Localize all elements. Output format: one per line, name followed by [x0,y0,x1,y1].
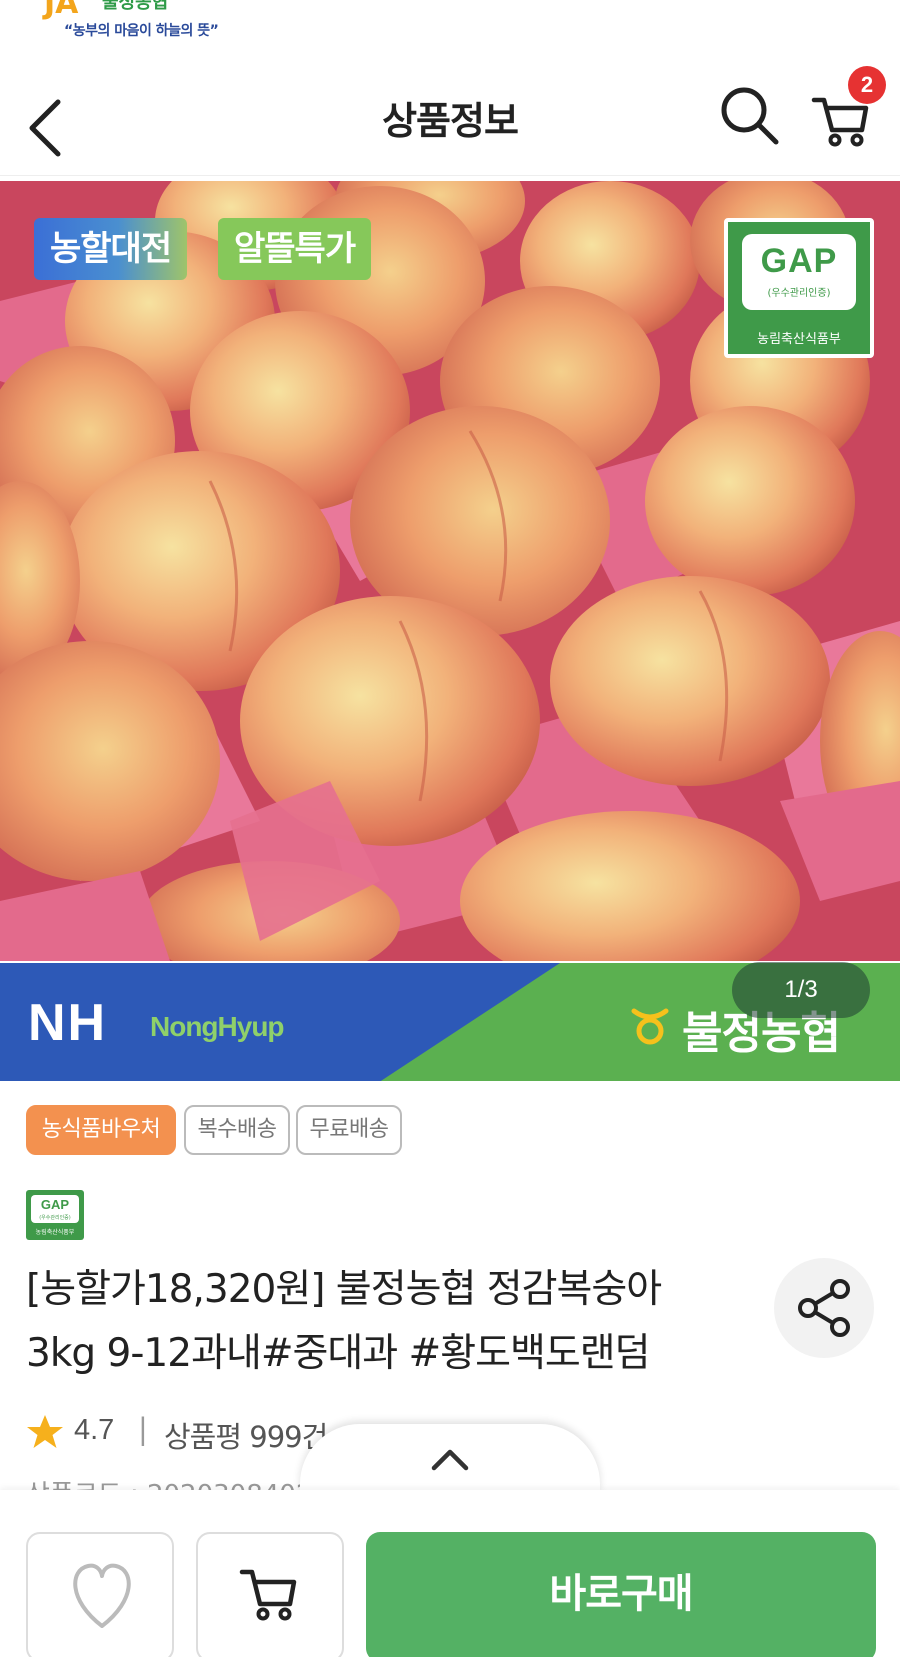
gap-small-icon: GAP (우수관리인증) 농림축산식품부 [26,1190,84,1240]
wishlist-button[interactable] [26,1532,174,1657]
search-icon [721,87,779,145]
app-header: 상품정보 [0,56,900,176]
cart-icon [239,1569,297,1621]
brand-strip: JA 불정농협 “농부의 마음이 하늘의 뜻” [0,0,900,48]
chip-multi-delivery: 복수배송 [184,1105,290,1155]
chip-free-delivery: 무료배송 [296,1105,402,1155]
gap-small-mark: GAP [40,1197,70,1212]
product-title-line2: 3kg 9-12과내#중대과 #황도백도랜덤 [26,1331,651,1376]
star-icon [27,1415,63,1448]
rating-value: 4.7 [74,1414,115,1446]
cart-count-badge: 2 [848,66,886,104]
expand-options-tab[interactable] [300,1424,600,1494]
share-icon [798,1279,850,1337]
nh-logo-letters: NH [28,994,108,1052]
add-to-cart-button[interactable] [196,1532,344,1657]
brand-slogan: “농부의 마음이 하늘의 뜻” [64,23,219,39]
gap-mark: GAP [760,242,838,280]
share-button[interactable] [774,1258,874,1358]
coop-logo-icon [631,1008,669,1045]
rating-separator: | [138,1412,148,1446]
badge-special-deal: 알뜰특가 [218,218,372,280]
search-button[interactable] [718,84,782,148]
heart-icon [73,1563,131,1628]
review-count[interactable]: 상품평 999건 [164,1414,328,1456]
product-title-line1: [농할가18,320원] 불정농협 정감복숭아 [26,1267,662,1312]
chip-food-voucher: 농식품바우처 [26,1105,176,1155]
bottom-action-bar: 바로구매 [0,1490,900,1657]
gap-issuer: 농림축산식품부 [757,332,841,347]
brand-logo: JA 불정농협 [44,0,169,21]
product-title: [농할가18,320원] 불정농협 정감복숭아 3kg 9-12과내#중대과 #… [26,1258,786,1386]
gap-small-issuer: 농림축산식품부 [35,1229,75,1236]
gap-small-subtitle: (우수관리인증) [39,1215,71,1221]
chevron-up-icon [431,1449,469,1471]
badge-nonghal-event: 농할대전 [34,218,188,280]
gap-subtitle: (우수관리인증) [767,288,831,299]
nh-logo-name: NongHyup [150,1011,285,1042]
image-counter: 1/3 [732,962,870,1018]
buy-now-button[interactable]: 바로구매 [366,1532,876,1657]
gap-certification-badge: GAP (우수관리인증) 농림축산식품부 [724,218,874,358]
